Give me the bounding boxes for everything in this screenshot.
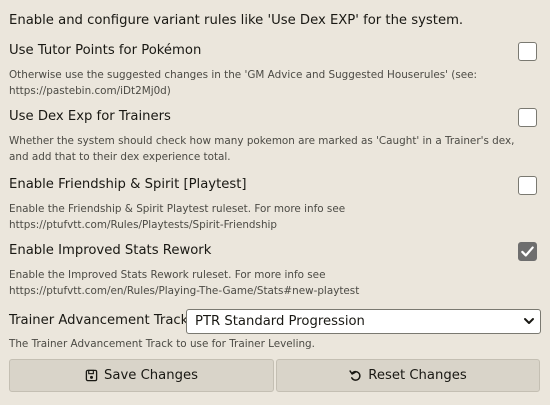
dex-exp-checkbox[interactable]: [518, 108, 537, 127]
setting-hint: Whether the system should check how many…: [9, 135, 515, 163]
save-changes-button[interactable]: Save Changes: [9, 359, 274, 392]
chevron-down-icon: [524, 318, 534, 324]
select-value: PTR Standard Progression: [195, 314, 365, 329]
setting-label: Enable Improved Stats Rework: [9, 243, 212, 258]
setting-label: Use Dex Exp for Trainers: [9, 109, 171, 124]
tutor-points-checkbox[interactable]: [518, 42, 537, 61]
checkmark-icon: [521, 246, 534, 257]
setting-hint: Enable the Improved Stats Rework ruleset…: [9, 269, 360, 297]
setting-improved-stats: Enable Improved Stats Rework Enable the …: [9, 242, 540, 297]
setting-label: Use Tutor Points for Pokémon: [9, 43, 202, 58]
reset-button-label: Reset Changes: [368, 368, 467, 383]
reset-changes-button[interactable]: Reset Changes: [276, 359, 540, 392]
setting-tutor-points: Use Tutor Points for Pokémon Otherwise u…: [9, 42, 540, 97]
setting-label: Enable Friendship & Spirit [Playtest]: [9, 177, 247, 192]
advancement-track-select[interactable]: PTR Standard Progression: [186, 309, 541, 334]
setting-advancement-track: Trainer Advancement Track PTR Standard P…: [9, 309, 541, 334]
variant-rules-settings: Enable and configure variant rules like …: [0, 0, 550, 405]
floppy-disk-icon: [85, 369, 98, 382]
undo-icon: [349, 370, 361, 381]
setting-dex-exp: Use Dex Exp for Trainers Whether the sys…: [9, 108, 540, 163]
friendship-spirit-checkbox[interactable]: [518, 176, 537, 195]
setting-label: Trainer Advancement Track: [9, 313, 189, 328]
setting-hint: Otherwise use the suggested changes in t…: [9, 69, 478, 97]
setting-friendship-spirit: Enable Friendship & Spirit [Playtest] En…: [9, 176, 540, 231]
save-button-label: Save Changes: [104, 368, 198, 383]
advancement-track-hint: The Trainer Advancement Track to use for…: [9, 338, 315, 350]
improved-stats-checkbox[interactable]: [518, 242, 537, 261]
setting-hint: Enable the Friendship & Spirit Playtest …: [9, 203, 346, 231]
intro-text: Enable and configure variant rules like …: [9, 13, 464, 28]
